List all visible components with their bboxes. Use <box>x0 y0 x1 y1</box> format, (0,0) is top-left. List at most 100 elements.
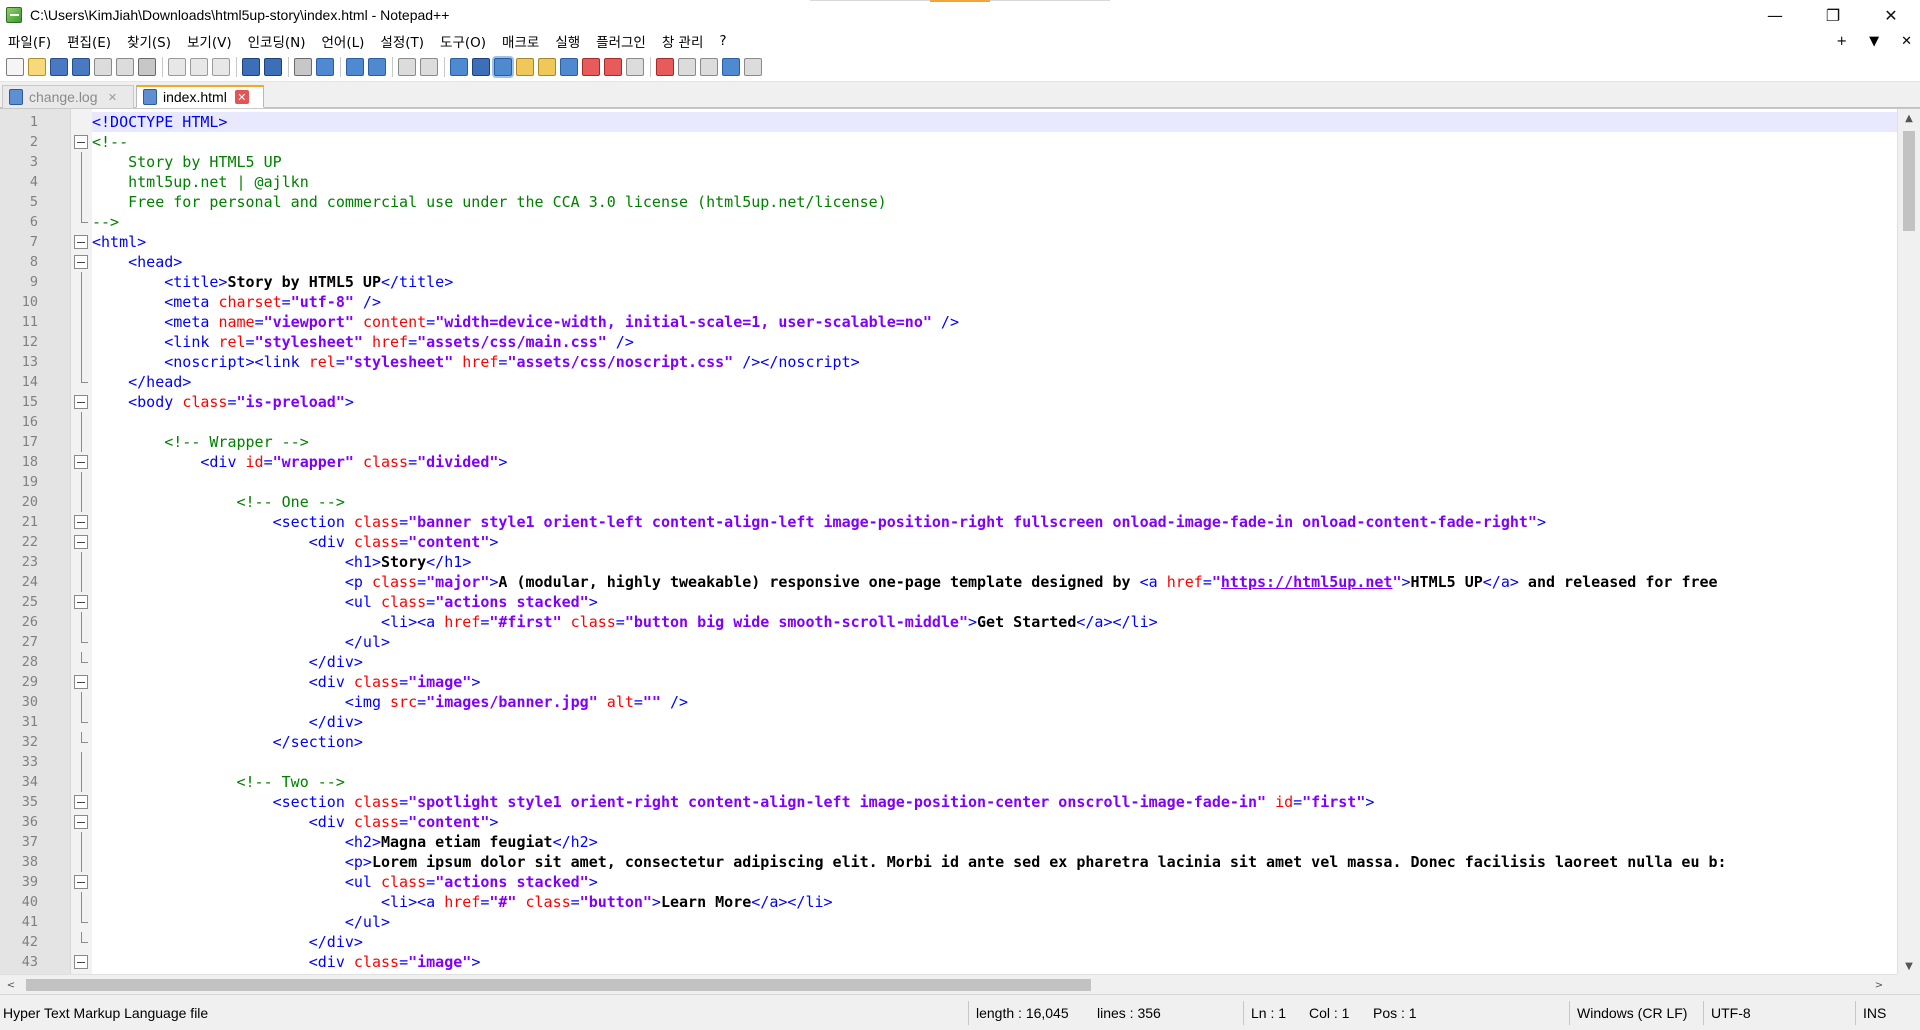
code-line[interactable]: <ul class="actions stacked"> <box>92 872 598 892</box>
code-line[interactable]: <!-- One --> <box>92 492 345 512</box>
stop-macro-icon[interactable] <box>678 57 696 76</box>
sync-horizontal-icon[interactable] <box>420 57 438 76</box>
menu-settings[interactable]: 설정(T) <box>372 31 432 51</box>
close-all-icon[interactable] <box>116 57 134 76</box>
fold-toggle-icon[interactable] <box>74 795 88 809</box>
code-editor[interactable]: 1 2 3 4 5 6 7 8 9 10 11 12 13 14 15 16 17 18 19 20 21 22 23 24 2… <box>0 108 1920 975</box>
code-line[interactable]: <head> <box>92 252 182 272</box>
code-line[interactable]: <html> <box>92 232 146 252</box>
minimize-button[interactable]: — <box>1746 0 1804 30</box>
fold-toggle-icon[interactable] <box>74 235 88 249</box>
code-line[interactable]: Story by HTML5 UP <box>92 152 282 172</box>
find-icon[interactable] <box>294 57 312 76</box>
close-document-icon[interactable]: ✕ <box>1901 34 1912 49</box>
menu-language[interactable]: 언어(L) <box>314 31 373 51</box>
close-window-button[interactable]: ✕ <box>1862 0 1920 30</box>
new-file-icon[interactable] <box>6 57 24 76</box>
copy-icon[interactable] <box>190 57 208 76</box>
doc-map-icon[interactable] <box>538 57 556 76</box>
tab-close-icon[interactable]: ✕ <box>234 90 249 104</box>
code-line[interactable]: <section class="spotlight style1 orient-… <box>92 792 1375 812</box>
code-line[interactable]: <meta name="viewport" content="width=dev… <box>92 312 959 332</box>
code-line[interactable]: <!-- Two --> <box>92 772 345 792</box>
menu-help[interactable]: ? <box>711 33 734 49</box>
paste-icon[interactable] <box>212 57 230 76</box>
code-line[interactable]: </head> <box>92 372 191 392</box>
code-line[interactable]: <!DOCTYPE HTML> <box>92 112 1897 132</box>
word-wrap-icon[interactable] <box>450 57 468 76</box>
code-line[interactable]: <meta charset="utf-8" /> <box>92 292 381 312</box>
tab-list-dropdown-icon[interactable]: ▼ <box>1869 34 1879 49</box>
vertical-scroll-thumb[interactable] <box>1903 131 1915 231</box>
new-tab-plus-icon[interactable]: + <box>1836 34 1847 49</box>
fold-toggle-icon[interactable] <box>74 595 88 609</box>
fold-toggle-icon[interactable] <box>74 675 88 689</box>
code-line[interactable]: <div class="content"> <box>92 812 499 832</box>
code-line[interactable]: <p>Lorem ipsum dolor sit amet, consectet… <box>92 852 1727 872</box>
fold-toggle-icon[interactable] <box>74 515 88 529</box>
menu-window[interactable]: 창 관리 <box>654 31 712 51</box>
fold-toggle-icon[interactable] <box>74 455 88 469</box>
scroll-right-arrow[interactable]: > <box>1870 975 1888 995</box>
code-line[interactable]: </div> <box>92 652 363 672</box>
save-macro-icon[interactable] <box>744 57 762 76</box>
code-line[interactable]: html5up.net | @ajlkn <box>92 172 309 192</box>
fold-toggle-icon[interactable] <box>74 395 88 409</box>
fold-toggle-icon[interactable] <box>74 535 88 549</box>
status-encoding[interactable]: UTF-8 <box>1711 995 1751 1030</box>
monitoring-icon[interactable] <box>604 57 622 76</box>
view-eye-icon[interactable] <box>626 57 644 76</box>
folder-as-workspace-icon[interactable] <box>582 57 600 76</box>
zoom-out-icon[interactable] <box>368 57 386 76</box>
menu-macro[interactable]: 매크로 <box>494 31 547 51</box>
show-all-chars-icon[interactable] <box>472 57 490 76</box>
code-line[interactable]: </ul> <box>92 912 390 932</box>
run-macro-multiple-icon[interactable] <box>722 57 740 76</box>
code-line[interactable]: <section class="banner style1 orient-lef… <box>92 512 1546 532</box>
tab-index-html[interactable]: index.html ✕ <box>136 85 264 108</box>
scroll-left-arrow[interactable]: < <box>2 975 20 995</box>
vertical-scrollbar[interactable]: ▲ ▼ <box>1897 109 1920 975</box>
menu-plugins[interactable]: 플러그인 <box>588 31 654 51</box>
code-line[interactable]: <div class="image"> <box>92 672 481 692</box>
scroll-up-arrow[interactable]: ▲ <box>1898 109 1920 127</box>
redo-icon[interactable] <box>264 57 282 76</box>
code-line[interactable]: <!-- Wrapper --> <box>92 432 309 452</box>
code-line[interactable]: </div> <box>92 932 363 952</box>
code-line[interactable]: --> <box>92 212 119 232</box>
code-line[interactable]: <img src="images/banner.jpg" alt="" /> <box>92 692 688 712</box>
record-macro-icon[interactable] <box>656 57 674 76</box>
save-all-icon[interactable] <box>72 57 90 76</box>
scroll-down-arrow[interactable]: ▼ <box>1898 957 1920 975</box>
sync-vertical-icon[interactable] <box>398 57 416 76</box>
tab-change-log[interactable]: change.log ✕ <box>2 85 134 108</box>
code-line[interactable]: Free for personal and commercial use und… <box>92 192 887 212</box>
undo-icon[interactable] <box>242 57 260 76</box>
function-list-icon[interactable] <box>560 57 578 76</box>
code-line[interactable]: </ul> <box>92 632 390 652</box>
code-line[interactable]: <div class="image"> <box>92 952 481 972</box>
close-icon[interactable] <box>94 57 112 76</box>
print-icon[interactable] <box>138 57 156 76</box>
code-line[interactable]: <ul class="actions stacked"> <box>92 592 598 612</box>
open-file-icon[interactable] <box>28 57 46 76</box>
zoom-in-icon[interactable] <box>346 57 364 76</box>
menu-view[interactable]: 보기(V) <box>179 31 240 51</box>
fold-toggle-icon[interactable] <box>74 135 88 149</box>
code-line[interactable]: <li><a href="#first" class="button big w… <box>92 612 1158 632</box>
maximize-button[interactable]: ❐ <box>1804 0 1862 30</box>
code-line[interactable]: <link rel="stylesheet" href="assets/css/… <box>92 332 634 352</box>
menu-file[interactable]: 파일(F) <box>0 31 59 51</box>
fold-toggle-icon[interactable] <box>74 255 88 269</box>
code-line[interactable]: <div id="wrapper" class="divided"> <box>92 452 507 472</box>
horizontal-scrollbar[interactable]: < > <box>0 974 1897 994</box>
indent-guide-icon[interactable] <box>494 57 512 76</box>
code-line[interactable]: <h2>Magna etiam feugiat</h2> <box>92 832 598 852</box>
code-line[interactable]: <noscript><link rel="stylesheet" href="a… <box>92 352 859 372</box>
menu-tools[interactable]: 도구(O) <box>432 31 494 51</box>
code-line[interactable]: </section> <box>92 732 363 752</box>
replace-icon[interactable] <box>316 57 334 76</box>
menu-edit[interactable]: 편집(E) <box>59 31 119 51</box>
menu-encoding[interactable]: 인코딩(N) <box>240 31 314 51</box>
cut-icon[interactable] <box>168 57 186 76</box>
